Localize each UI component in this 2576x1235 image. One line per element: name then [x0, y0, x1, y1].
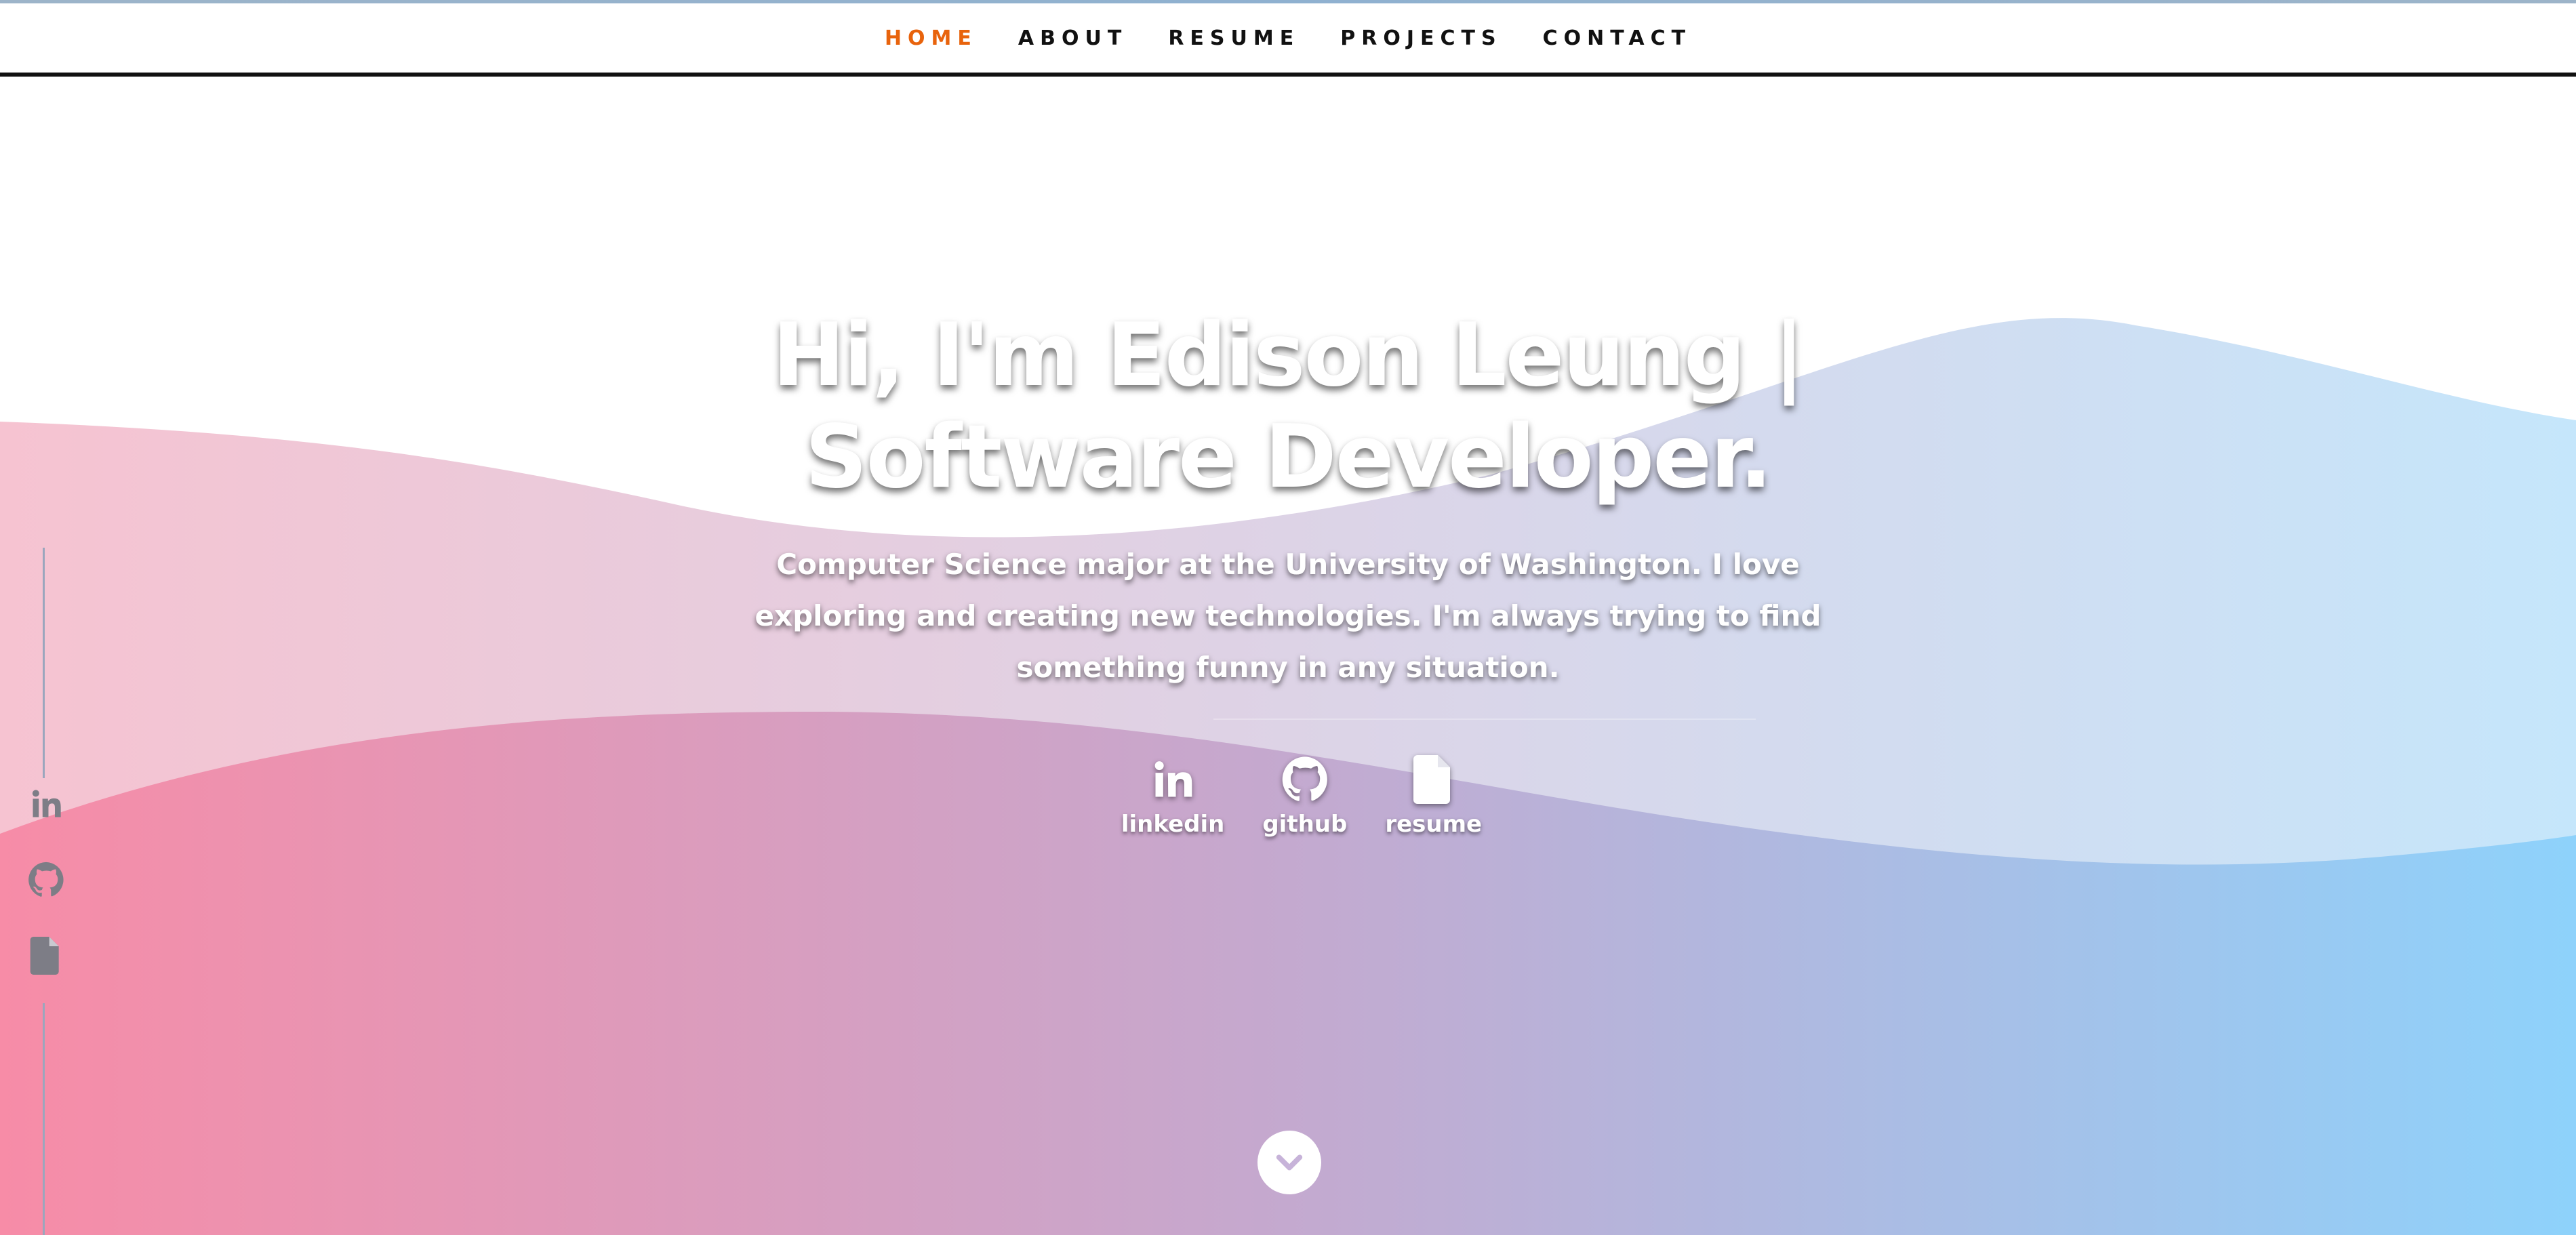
- hero-social-links: linkedin github resume: [1112, 752, 1491, 847]
- hero-github-link[interactable]: github: [1262, 752, 1347, 847]
- top-accent-bar: [0, 0, 2576, 3]
- hero-github-label: github: [1262, 811, 1348, 838]
- file-icon: [1407, 752, 1461, 807]
- page: HOME ABOUT RESUME PROJECTS CONTACT Hi, I…: [0, 0, 2576, 1235]
- github-icon: [1278, 752, 1332, 807]
- navbar: HOME ABOUT RESUME PROJECTS CONTACT: [0, 3, 2576, 77]
- hero-linkedin-label: linkedin: [1121, 811, 1225, 838]
- hero-divider: [1213, 718, 1756, 720]
- nav-item-home[interactable]: HOME: [885, 20, 978, 57]
- nav-list: HOME ABOUT RESUME PROJECTS CONTACT: [0, 3, 2576, 73]
- nav-item-projects[interactable]: PROJECTS: [1340, 20, 1502, 57]
- scroll-down-button[interactable]: [1257, 1131, 1321, 1194]
- hero-resume-label: resume: [1385, 811, 1483, 838]
- chevron-down-icon: [1276, 1154, 1303, 1171]
- nav-item-resume[interactable]: RESUME: [1168, 20, 1300, 57]
- linkedin-icon: [1146, 752, 1200, 807]
- hero-description: Computer Science major at the University…: [754, 548, 1822, 684]
- hero-section: Hi, I'm Edison Leung | Software Develope…: [0, 0, 2576, 1235]
- nav-item-contact[interactable]: CONTACT: [1543, 20, 1691, 57]
- hero-resume-link[interactable]: resume: [1385, 752, 1482, 847]
- nav-item-about[interactable]: ABOUT: [1018, 20, 1127, 57]
- hero-title: Hi, I'm Edison Leung | Software Develope…: [772, 305, 1805, 508]
- hero-linkedin-link[interactable]: linkedin: [1121, 752, 1224, 847]
